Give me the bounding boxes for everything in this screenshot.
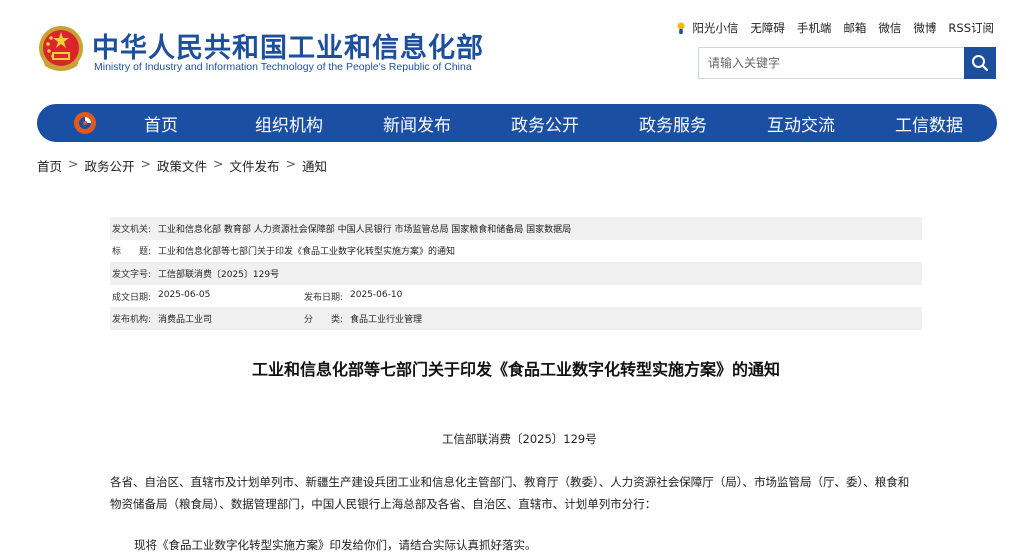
meta-row-dates: 成文日期: 2025-06-05 发布日期: 2025-06-10 (110, 284, 922, 308)
sunshine-icon (677, 22, 685, 34)
site-header: 中华人民共和国工业和信息化部 Ministry of Industry and … (0, 0, 1024, 100)
meta-label: 发布日期: (304, 292, 344, 303)
main-nav: 首页 组织机构 新闻发布 政务公开 政务服务 互动交流 工信数据 (37, 104, 997, 142)
meta-doc-number-value: 工信部联消费〔2025〕129号 (158, 269, 280, 280)
breadcrumb: 首页 > 政务公开 > 政策文件 > 文件发布 > 通知 (37, 156, 327, 175)
meta-label: 发布机构: (112, 315, 152, 326)
meta-row-org: 发布机构: 消费品工业司 分 类: 食品工业行业管理 (110, 307, 922, 330)
meta-row-title: 标 题: 工业和信息化部等七部门关于印发《食品工业数字化转型实施方案》的通知 (110, 239, 922, 263)
breadcrumb-separator: > (140, 156, 151, 171)
meta-created-date: 2025-06-05 (158, 289, 211, 300)
top-link-mobile[interactable]: 手机端 (797, 20, 832, 36)
breadcrumb-home[interactable]: 首页 (37, 156, 62, 175)
meta-org-value: 消费品工业司 (158, 315, 213, 326)
top-link-rss[interactable]: RSS订阅 (948, 20, 994, 36)
meta-row-issuer: 发文机关: 工业和信息化部 教育部 人力资源社会保障部 中国人民银行 市场监管总… (110, 217, 922, 240)
breadcrumb-notice[interactable]: 通知 (302, 156, 327, 175)
nav-item-government-affairs[interactable]: 政务公开 (481, 111, 609, 136)
document-paragraph: 现将《食品工业数字化转型实施方案》印发给你们，请结合实际认真抓好落实。 (134, 538, 537, 552)
document-number: 工信部联消费〔2025〕129号 (442, 432, 597, 446)
nav-item-data[interactable]: 工信数据 (865, 111, 993, 136)
meta-label: 发文字号: (112, 269, 152, 280)
nav-item-news[interactable]: 新闻发布 (353, 111, 481, 136)
top-links: 阳光小信 无障碍 手机端 邮箱 微信 微博 RSS订阅 (674, 20, 994, 36)
meta-published-date: 2025-06-10 (350, 289, 403, 300)
miit-logo-icon[interactable] (73, 111, 97, 135)
breadcrumb-separator: > (285, 156, 296, 171)
document-paragraph: 各省、自治区、直辖市及计划单列市、新疆生产建设兵团工业和信息化主管部门、教育厅（… (110, 475, 910, 511)
nav-item-interaction[interactable]: 互动交流 (737, 111, 865, 136)
site-title-english: Ministry of Industry and Information Tec… (94, 61, 472, 73)
breadcrumb-policy-files[interactable]: 政策文件 (157, 156, 207, 175)
breadcrumb-separator: > (213, 156, 224, 171)
top-link-weibo[interactable]: 微博 (913, 20, 936, 36)
meta-row-doc-number: 发文字号: 工信部联消费〔2025〕129号 (110, 262, 922, 285)
breadcrumb-file-release[interactable]: 文件发布 (230, 156, 280, 175)
nav-item-organization[interactable]: 组织机构 (225, 111, 353, 136)
document-metadata-table: 发文机关: 工业和信息化部 教育部 人力资源社会保障部 中国人民银行 市场监管总… (110, 217, 922, 330)
meta-label: 标 题: (112, 247, 152, 258)
meta-label: 成文日期: (112, 292, 152, 303)
top-link-sunshine[interactable]: 阳光小信 (674, 20, 738, 36)
meta-category-value: 食品工业行业管理 (350, 315, 423, 326)
document-title: 工业和信息化部等七部门关于印发《食品工业数字化转型实施方案》的通知 (251, 360, 780, 379)
breadcrumb-separator: > (68, 156, 79, 171)
site-title[interactable]: 中华人民共和国工业和信息化部 (92, 26, 484, 65)
top-link-accessibility[interactable]: 无障碍 (750, 20, 785, 36)
top-link-mail[interactable]: 邮箱 (843, 20, 866, 36)
meta-label: 分 类: (304, 315, 344, 326)
search-button[interactable] (964, 47, 996, 79)
top-link-label: 阳光小信 (692, 21, 739, 35)
nav-item-services[interactable]: 政务服务 (609, 111, 737, 136)
national-emblem-icon[interactable] (37, 24, 85, 74)
meta-title-value: 工业和信息化部等七部门关于印发《食品工业数字化转型实施方案》的通知 (158, 247, 456, 258)
breadcrumb-gov-affairs[interactable]: 政务公开 (85, 156, 135, 175)
top-link-wechat[interactable]: 微信 (878, 20, 901, 36)
meta-label: 发文机关: (112, 224, 152, 235)
search-input[interactable] (699, 48, 965, 78)
meta-issuer-value: 工业和信息化部 教育部 人力资源社会保障部 中国人民银行 市场监管总局 国家粮食… (158, 224, 572, 235)
search-box (698, 47, 996, 79)
nav-item-home[interactable]: 首页 (97, 111, 225, 136)
nav-items: 首页 组织机构 新闻发布 政务公开 政务服务 互动交流 工信数据 (97, 104, 993, 142)
search-icon (972, 55, 989, 72)
